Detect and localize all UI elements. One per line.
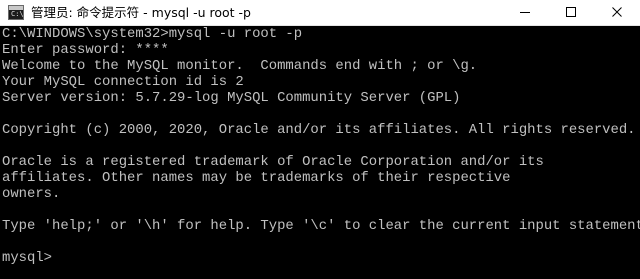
mysql-prompt-line[interactable]: mysql> — [2, 250, 640, 266]
minimize-icon — [520, 12, 530, 13]
console-output[interactable]: C:\WINDOWS\system32>mysql -u root -p Ent… — [0, 26, 640, 279]
console-line: Enter password: **** — [2, 42, 169, 58]
console-line: Copyright (c) 2000, 2020, Oracle and/or … — [2, 122, 636, 138]
title-bar[interactable]: C:\ 管理员: 命令提示符 - mysql -u root -p — [0, 0, 640, 26]
console-line: C:\WINDOWS\system32>mysql -u root -p — [2, 26, 303, 42]
console-line: Welcome to the MySQL monitor. Commands e… — [2, 58, 478, 74]
console-line: Type 'help;' or '\h' for help. Type '\c'… — [2, 218, 640, 234]
console-line: owners. — [2, 186, 61, 202]
terminal-icon[interactable]: C:\ — [8, 5, 24, 20]
window-title: 管理员: 命令提示符 - mysql -u root -p — [31, 5, 251, 20]
close-button[interactable] — [594, 0, 640, 25]
console-line: Your MySQL connection id is 2 — [2, 74, 244, 90]
command-prompt-window: C:\ 管理员: 命令提示符 - mysql -u root -p C:\WIN… — [0, 0, 640, 279]
maximize-button[interactable] — [548, 0, 594, 25]
maximize-icon — [566, 7, 576, 17]
console-line: Oracle is a registered trademark of Orac… — [2, 154, 544, 170]
close-icon — [612, 7, 622, 17]
console-line: Server version: 5.7.29-log MySQL Communi… — [2, 90, 461, 106]
console-line: affiliates. Other names may be trademark… — [2, 170, 511, 186]
minimize-button[interactable] — [502, 0, 548, 25]
